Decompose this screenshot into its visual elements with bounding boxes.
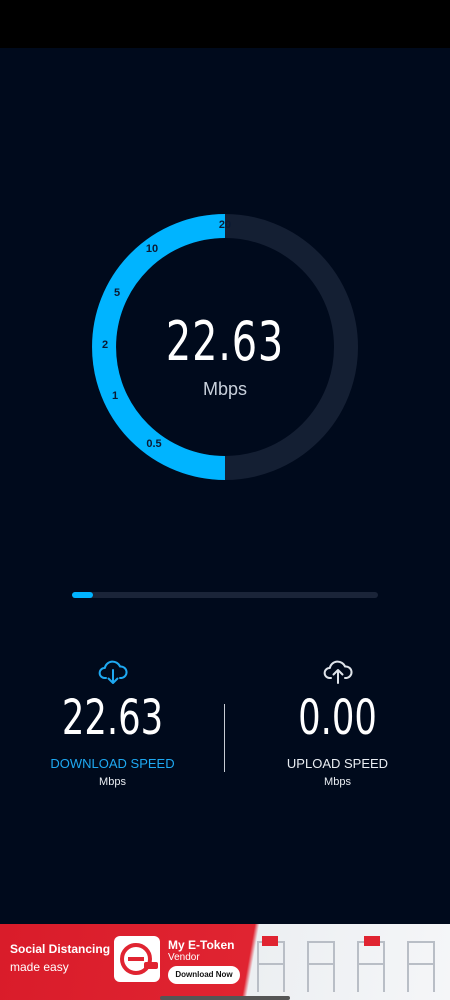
cloud-upload-icon bbox=[323, 660, 353, 684]
ad-brand-role: Vendor bbox=[168, 952, 200, 963]
ad-banner[interactable]: Social Distancing made easy My E-Token V… bbox=[0, 924, 450, 1000]
download-result: 22.63 DOWNLOAD SPEED Mbps bbox=[0, 658, 225, 798]
upload-speed-value: 0.00 bbox=[298, 690, 377, 746]
upload-speed-label: UPLOAD SPEED bbox=[286, 756, 389, 771]
ad-download-button[interactable]: Download Now bbox=[168, 966, 240, 984]
cloud-download-icon bbox=[98, 660, 128, 684]
ad-headline: Social Distancing bbox=[10, 942, 111, 956]
ad-brand-name: My E-Token bbox=[168, 938, 235, 952]
download-speed-value: 22.63 bbox=[61, 690, 164, 746]
upload-result: 0.00 UPLOAD SPEED Mbps bbox=[225, 658, 450, 798]
gauge-speed-value: 22.63 bbox=[165, 310, 285, 373]
gauge-speed-unit: Mbps bbox=[202, 379, 247, 399]
download-speed-unit: Mbps bbox=[99, 776, 126, 788]
gauge-tick-20: 20 bbox=[218, 219, 232, 231]
gauge-tick-0-5: 0.5 bbox=[146, 438, 162, 450]
test-progress-bar bbox=[72, 592, 378, 598]
home-indicator[interactable] bbox=[160, 996, 290, 1000]
ad-brand-logo bbox=[114, 936, 160, 982]
test-progress-fill bbox=[72, 592, 94, 598]
gauge-tick-5: 5 bbox=[113, 287, 121, 299]
status-bar bbox=[0, 0, 450, 48]
speed-gauge: 0.5 1 2 5 10 20 22.63 Mbps bbox=[90, 212, 360, 482]
ad-subline: made easy bbox=[10, 960, 69, 974]
gauge-tick-2: 2 bbox=[101, 339, 109, 351]
download-speed-label: DOWNLOAD SPEED bbox=[50, 756, 175, 771]
upload-speed-unit: Mbps bbox=[324, 776, 351, 788]
ad-chairs-image bbox=[257, 936, 435, 992]
gauge-tick-10: 10 bbox=[145, 243, 159, 255]
